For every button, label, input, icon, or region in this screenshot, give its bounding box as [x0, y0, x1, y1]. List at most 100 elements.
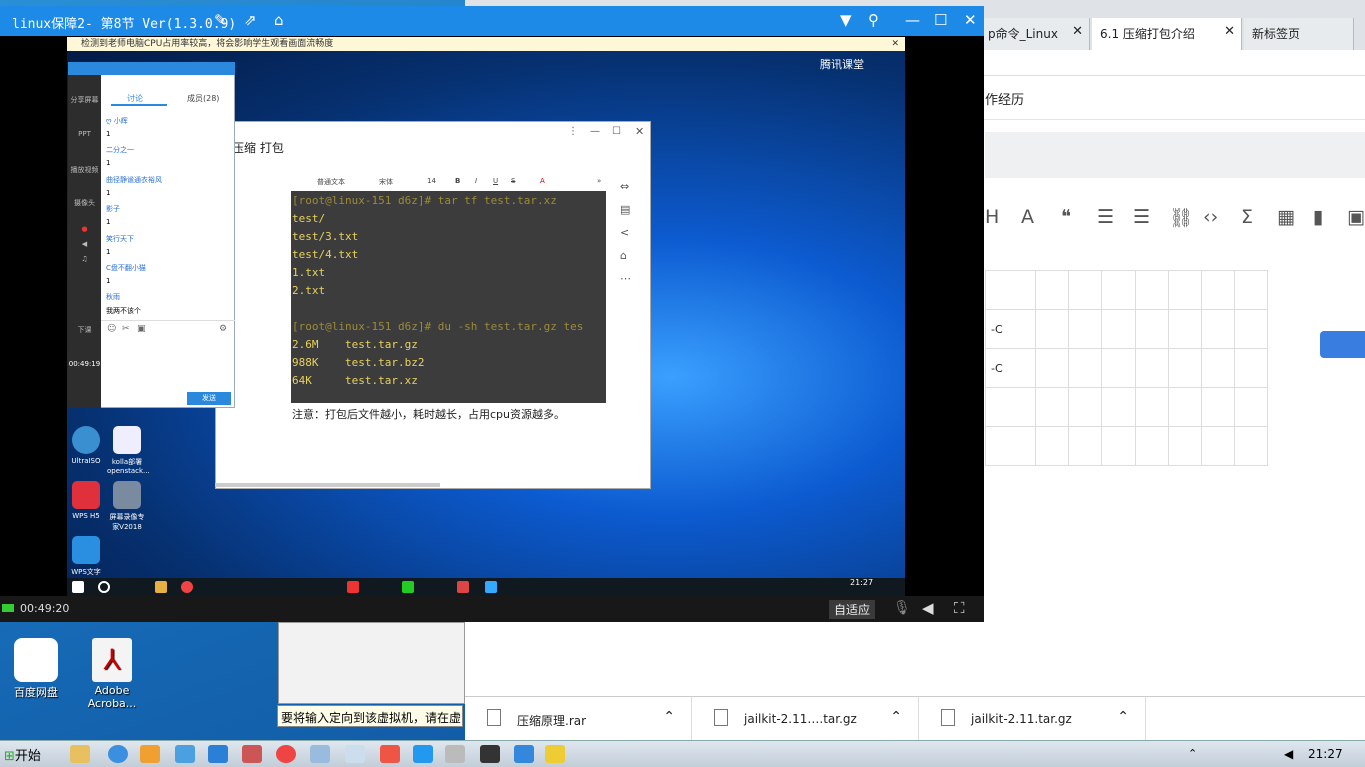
- table-icon[interactable]: ▦: [1277, 206, 1295, 228]
- more-icon[interactable]: ⋮: [568, 126, 578, 137]
- close-icon[interactable]: ✕: [635, 125, 644, 138]
- strike-button[interactable]: S: [511, 177, 515, 185]
- image-icon[interactable]: ▣: [137, 324, 146, 334]
- more-tools-button[interactable]: »: [597, 177, 601, 185]
- remote-icon-wpswriter[interactable]: WPS文字: [66, 536, 106, 577]
- image-icon[interactable]: ▣: [1347, 206, 1365, 228]
- quote-icon[interactable]: ❝: [1061, 206, 1071, 228]
- close-icon[interactable]: ✕: [1224, 24, 1235, 39]
- chevron-up-icon[interactable]: ⌃: [1117, 709, 1129, 725]
- notepad-icon[interactable]: [345, 745, 365, 763]
- link-icon[interactable]: ⛓: [1169, 206, 1193, 229]
- emoji-icon[interactable]: ☺: [107, 324, 116, 334]
- share-icon[interactable]: ⇗: [244, 11, 257, 29]
- chevron-up-icon[interactable]: ⌃: [663, 709, 675, 725]
- home-icon[interactable]: ⌂: [274, 11, 284, 29]
- ie-icon[interactable]: [108, 745, 128, 763]
- note-icon[interactable]: ▤: [620, 203, 640, 216]
- remote-icon-recorder[interactable]: 屏幕录像专家V2018: [107, 481, 147, 532]
- app-icon[interactable]: [457, 581, 469, 593]
- 7zip-icon[interactable]: [480, 745, 500, 763]
- edit-icon[interactable]: ✎: [214, 11, 227, 29]
- app-icon[interactable]: [242, 745, 262, 763]
- close-icon[interactable]: ✕: [1072, 24, 1083, 39]
- speaker-icon[interactable]: ◀: [68, 240, 101, 248]
- gear-icon[interactable]: ⚙: [219, 324, 227, 334]
- explorer-icon[interactable]: [155, 581, 167, 593]
- send-button[interactable]: 发送: [187, 392, 231, 405]
- horizontal-scrollbar[interactable]: [215, 483, 440, 487]
- app-icon[interactable]: [347, 581, 359, 593]
- app-icon[interactable]: [445, 745, 465, 763]
- download-item[interactable]: jailkit-2.11….tar.gz ⌃: [692, 697, 919, 741]
- code-icon[interactable]: ‹›: [1203, 206, 1218, 228]
- camera-button[interactable]: 摄像头: [68, 198, 101, 208]
- font-color-icon[interactable]: A: [1021, 206, 1034, 228]
- export-icon[interactable]: ⌂: [620, 249, 640, 262]
- volume-icon[interactable]: ◀: [922, 599, 934, 617]
- tab-new[interactable]: 新标签页: [1244, 18, 1354, 50]
- tab-members[interactable]: 成员(28): [187, 93, 219, 104]
- music-icon[interactable]: ♫: [68, 255, 101, 263]
- remote-icon-wpsh5[interactable]: WPS H5: [66, 481, 106, 520]
- video-button[interactable]: 播放视频: [68, 165, 101, 175]
- chart-icon[interactable]: ▮: [1313, 206, 1323, 228]
- italic-button[interactable]: I: [475, 177, 477, 185]
- tencent-class-icon[interactable]: [485, 581, 497, 593]
- chrome-icon[interactable]: [181, 581, 193, 593]
- search-icon[interactable]: [98, 581, 110, 593]
- dropdown-icon[interactable]: ▼: [840, 11, 852, 29]
- tab-linux-cmd[interactable]: p命令_Linux ✕: [980, 18, 1090, 50]
- more-icon[interactable]: ⋯: [620, 272, 640, 285]
- tray-chevron-icon[interactable]: ⌃: [1188, 747, 1197, 760]
- download-item[interactable]: jailkit-2.11.tar.gz ⌃: [919, 697, 1146, 741]
- maximize-icon[interactable]: ☐: [934, 11, 947, 29]
- explorer-icon[interactable]: [70, 745, 90, 763]
- font-color-button[interactable]: A: [540, 177, 545, 185]
- mic-icon[interactable]: ●: [68, 225, 101, 233]
- close-icon[interactable]: ✕: [964, 11, 977, 29]
- baidu-icon[interactable]: [208, 745, 228, 763]
- wps-icon[interactable]: [514, 745, 534, 763]
- tray-icons[interactable]: [1205, 745, 1265, 763]
- size-select[interactable]: 14: [427, 177, 436, 185]
- fullscreen-icon[interactable]: ⛶: [954, 599, 965, 617]
- download-item[interactable]: 压缩原理.rar ⌃: [465, 697, 692, 741]
- fit-button[interactable]: 自适应: [829, 600, 876, 619]
- remote-icon-ultraiso[interactable]: UltraISO: [66, 426, 106, 465]
- share-icon[interactable]: <: [620, 226, 640, 239]
- ordered-list-icon[interactable]: ☰: [1097, 206, 1114, 228]
- windows-start-icon[interactable]: [72, 581, 84, 593]
- bold-button[interactable]: B: [455, 177, 460, 185]
- wechat-icon[interactable]: [402, 581, 414, 593]
- maximize-icon[interactable]: ☐: [612, 126, 621, 137]
- ppt-button[interactable]: PPT: [68, 130, 101, 138]
- tab-discuss[interactable]: 讨论: [127, 93, 143, 104]
- desktop-icon-adobe[interactable]: ⅄ Adobe Acroba...: [82, 638, 142, 710]
- outline-icon[interactable]: ⇔: [620, 180, 640, 193]
- minimize-icon[interactable]: —: [905, 11, 920, 29]
- tencent-class-icon[interactable]: [413, 745, 433, 763]
- style-select[interactable]: 普通文本: [317, 177, 345, 187]
- chrome-icon[interactable]: [276, 745, 296, 763]
- tab-compress-intro[interactable]: 6.1 压缩打包介绍 ✕: [1092, 18, 1242, 50]
- pin-icon[interactable]: ⚲: [868, 11, 879, 29]
- close-icon[interactable]: ✕: [891, 37, 899, 51]
- underline-button[interactable]: U: [493, 177, 498, 185]
- share-screen-button[interactable]: 分享屏幕: [68, 95, 101, 105]
- end-class-button[interactable]: 下课: [68, 325, 101, 335]
- app-icon[interactable]: [380, 745, 400, 763]
- scissors-icon[interactable]: ✂: [122, 324, 130, 334]
- formula-icon[interactable]: Σ: [1241, 206, 1253, 228]
- mic-muted-icon[interactable]: 🎙: [893, 600, 911, 616]
- start-button[interactable]: ⊞开始: [2, 743, 49, 765]
- remote-icon-kolla[interactable]: kolla部署openstack...: [107, 426, 150, 475]
- media-icon[interactable]: [140, 745, 160, 763]
- app-icon[interactable]: [545, 745, 565, 763]
- heading-icon[interactable]: H: [985, 206, 999, 228]
- font-select[interactable]: 宋体: [379, 177, 393, 187]
- unordered-list-icon[interactable]: ☰: [1133, 206, 1150, 228]
- minimize-icon[interactable]: —: [590, 126, 600, 137]
- chevron-up-icon[interactable]: ⌃: [890, 709, 902, 725]
- baidu-float-button[interactable]: [1320, 331, 1365, 358]
